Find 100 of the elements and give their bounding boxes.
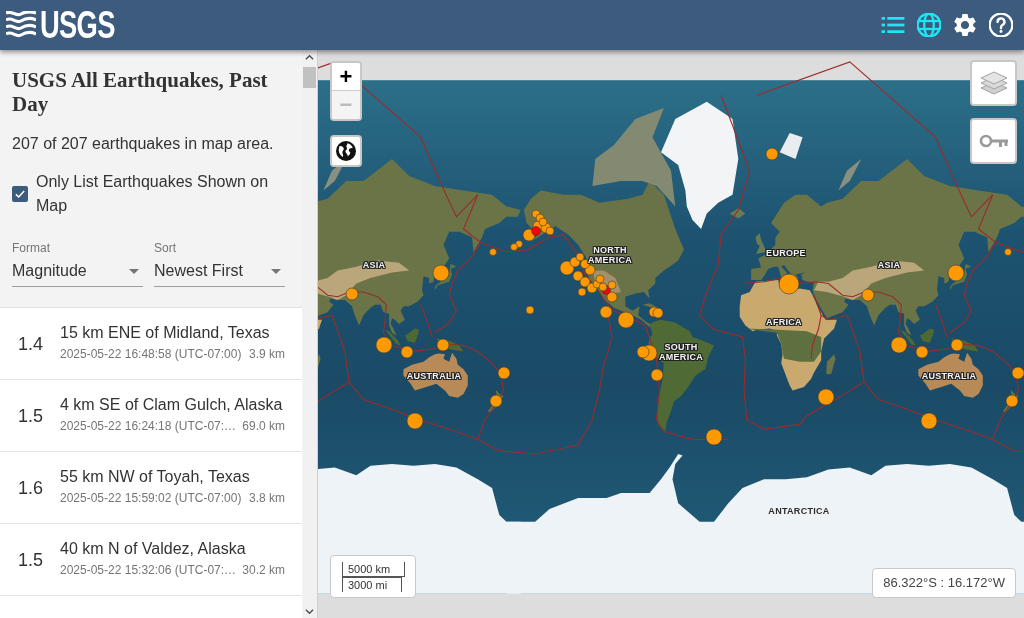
scale-line: 5000 km [342,562,405,577]
scale-line: 3000 mi [342,577,402,592]
world-view-button[interactable] [330,135,362,167]
settings-icon [953,13,977,37]
field-label: Format [12,240,50,256]
earthquake-marker[interactable] [400,345,414,359]
earthquake-marker[interactable] [950,338,964,352]
earthquake-marker[interactable] [617,311,635,329]
earthquake-marker[interactable] [522,228,536,242]
earthquake-marker[interactable] [765,147,779,161]
earthquake-marker[interactable] [1004,248,1012,256]
earthquake-marker[interactable] [584,264,596,276]
map-label: ANTARCTICA [768,506,830,516]
earthquake-marker[interactable] [510,243,518,251]
checkbox-label: Only List Earthquakes Shown on Map [36,172,270,216]
island [384,329,401,346]
logo-link[interactable]: USGS [6,10,115,40]
earthquake-marker[interactable] [489,248,497,256]
wave-logo-icon [6,11,36,39]
map-label: NORTH AMERICA [587,245,633,265]
island [404,328,420,343]
place-text: 55 km NW of Toyah, Texas [60,467,250,487]
earthquake-marker[interactable] [636,345,650,359]
earthquake-marker[interactable] [817,388,835,406]
layers-icon [978,70,1009,96]
map-label: AUSTRALIA [406,371,462,381]
magnitude-text: 1.5 [18,548,44,571]
island [779,133,803,159]
earthquake-marker[interactable] [375,336,393,354]
earthquake-marker[interactable] [606,291,618,303]
earthquake-marker[interactable] [607,280,617,290]
earthquake-marker[interactable] [1011,366,1024,380]
panel-title: USGS All Earthquakes, Past Day [12,68,269,116]
map-label: EUROPE [766,248,806,258]
map-view-button[interactable] [916,12,942,38]
earthquake-marker[interactable] [575,252,585,262]
earthquake-marker[interactable] [861,288,875,302]
depth-text: 69.0 km [242,418,285,434]
continent [918,352,983,398]
key-icon [978,133,1009,149]
earthquake-marker[interactable] [579,276,591,288]
depth-text: 3.8 km [249,490,285,506]
earthquake-marker[interactable] [515,240,523,248]
time-text: 2025-05-22 15:32:06 (UTC-07:… [60,562,237,578]
island [642,303,659,308]
earthquake-marker[interactable] [947,264,965,282]
earthquake-marker[interactable] [572,270,584,282]
dropdown-select[interactable]: Magnitude [12,259,143,287]
earthquake-marker[interactable] [538,217,548,227]
earthquake-marker[interactable] [1005,394,1019,408]
field-label: Sort [154,240,176,256]
earthquake-marker[interactable] [650,368,664,382]
earthquake-marker[interactable] [580,259,590,269]
checkbox[interactable] [12,186,28,202]
coordinates-display: 86.322°S : 16.172°W [872,568,1016,598]
time-text: 2025-05-22 15:59:02 (UTC-07:00) [60,490,242,506]
depth-text: 3.9 km [249,346,285,362]
continent [403,352,468,398]
earthquake-marker[interactable] [890,336,908,354]
map-label: SOUTH AMERICA [658,342,704,362]
earthquake-marker[interactable] [652,307,664,319]
map-label: ASIA [877,260,901,270]
earthquake-marker[interactable] [705,428,723,446]
legend-button[interactable] [970,118,1017,164]
earthquake-marker[interactable] [577,287,587,297]
check-icon [14,188,26,200]
earthquake-marker[interactable] [915,345,929,359]
help-button[interactable] [988,12,1014,38]
earthquake-marker[interactable] [525,305,535,315]
earthquake-marker[interactable] [345,287,359,301]
scrollbar-thumb[interactable] [303,67,316,88]
island [1002,389,1019,413]
dropdown-select[interactable]: Newest First [154,259,285,287]
island [919,328,935,343]
island [755,233,767,255]
scrollbar[interactable] [302,50,318,618]
earthquake-marker[interactable] [559,260,575,276]
earthquake-marker[interactable] [406,412,424,430]
earthquake-marker[interactable] [595,274,605,284]
earthquake-marker[interactable] [436,338,450,352]
earthquake-marker[interactable] [497,366,511,380]
magnitude-text: 1.5 [18,404,44,427]
earthquake-marker[interactable] [432,264,450,282]
zoom-in-button[interactable]: + [332,63,360,91]
earthquake-marker[interactable] [599,305,613,319]
earthquake-marker[interactable] [920,412,938,430]
result-count-text: 207 of 207 earthquakes in map area. [12,134,274,154]
earthquake-marker[interactable] [569,256,581,268]
earthquake-marker[interactable] [778,273,800,295]
earthquake-marker[interactable] [489,394,503,408]
depth-text: 30.2 km [242,562,285,578]
earthquake-marker[interactable] [531,226,541,236]
place-text: 4 km SE of Clam Gulch, Alaska [60,395,283,415]
island [826,354,836,374]
caret-icon [129,268,139,274]
island [899,329,916,346]
settings-button[interactable] [952,12,978,38]
time-text: 2025-05-22 16:24:18 (UTC-07:… [60,418,237,434]
earthquake-marker[interactable] [545,226,555,236]
island [487,389,504,413]
